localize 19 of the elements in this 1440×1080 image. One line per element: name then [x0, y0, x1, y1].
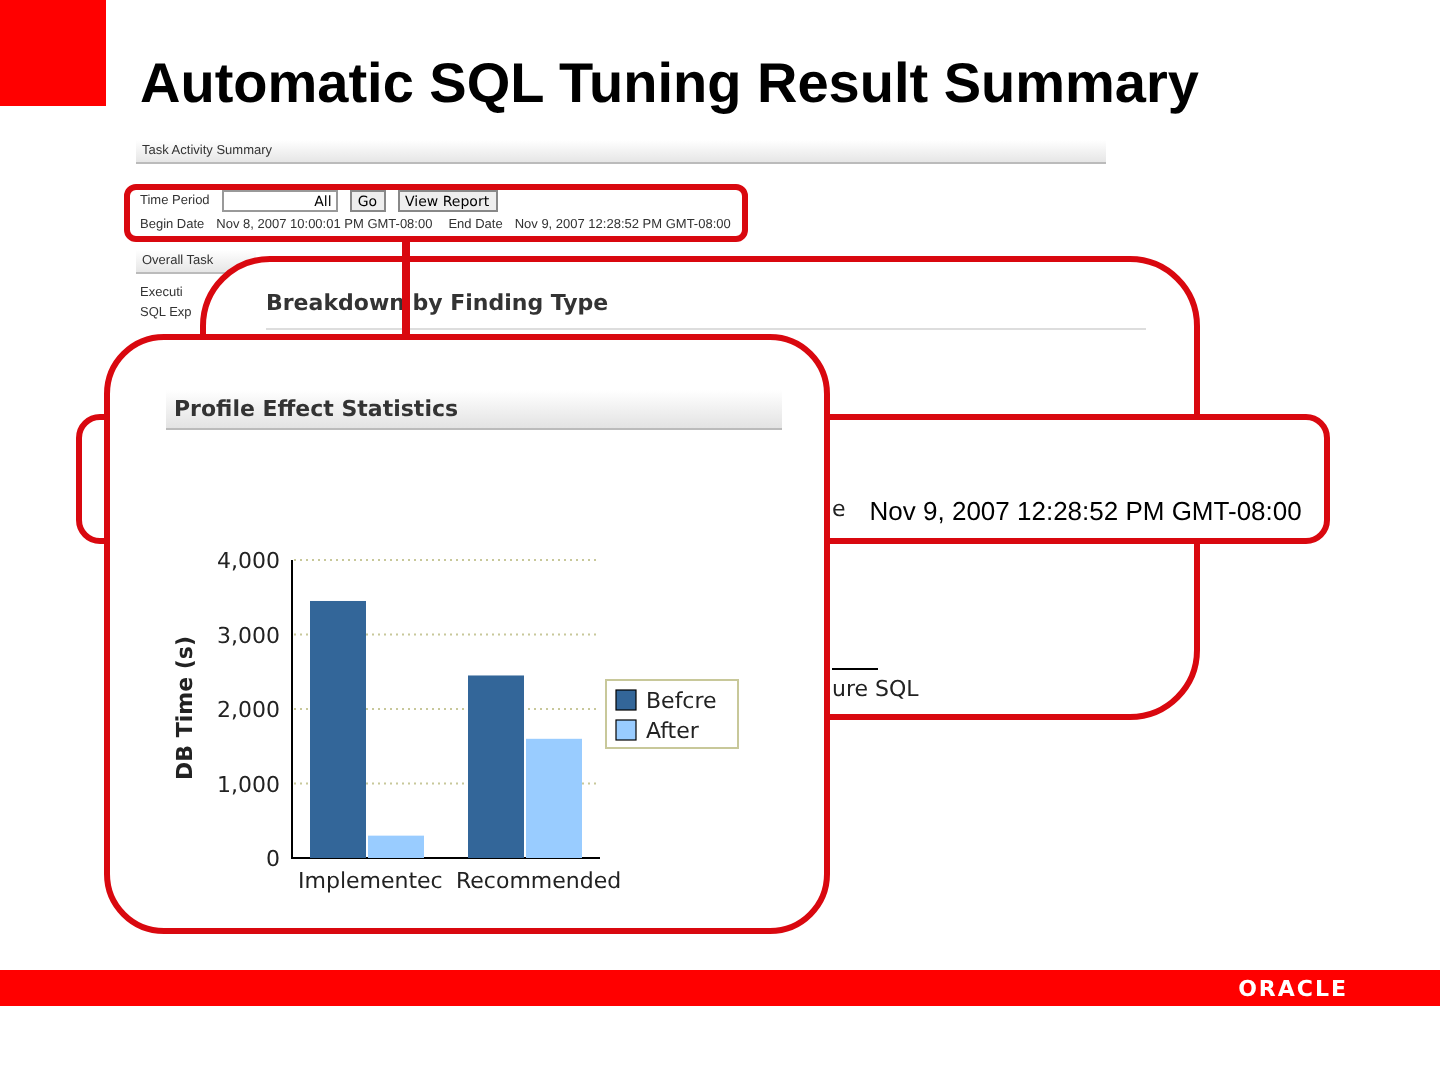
panel-title: Breakdown by Finding Type — [266, 290, 1146, 330]
axis-tick-label: 3,000 — [217, 622, 280, 649]
text-fragment: e — [832, 496, 846, 526]
category-label: Recommended — [456, 868, 622, 894]
legend-label: After — [646, 718, 699, 744]
legend-background — [605, 679, 739, 749]
text-fragment: ure SQL — [832, 676, 921, 702]
legend-label: Befcre — [646, 688, 717, 714]
date-value: Nov 9, 2007 12:28:52 PM GMT-08:00 — [869, 496, 1302, 526]
panel-title: Profile Effect Statistics — [166, 390, 782, 430]
axis-title: DB Time (s) — [172, 636, 198, 780]
brand-logo: ORACLE — [1238, 975, 1348, 1001]
axis-tick-label: 4,000 — [217, 548, 280, 574]
corner-square — [0, 0, 106, 106]
axis-tick-label: 2,000 — [217, 697, 280, 723]
category-label: Implementec — [298, 868, 443, 894]
axis-tick-label: 0 — [266, 846, 280, 872]
axis-tick-label: 1,000 — [217, 771, 280, 798]
slide-title: Automatic SQL Tuning Result Summary — [140, 52, 1199, 116]
